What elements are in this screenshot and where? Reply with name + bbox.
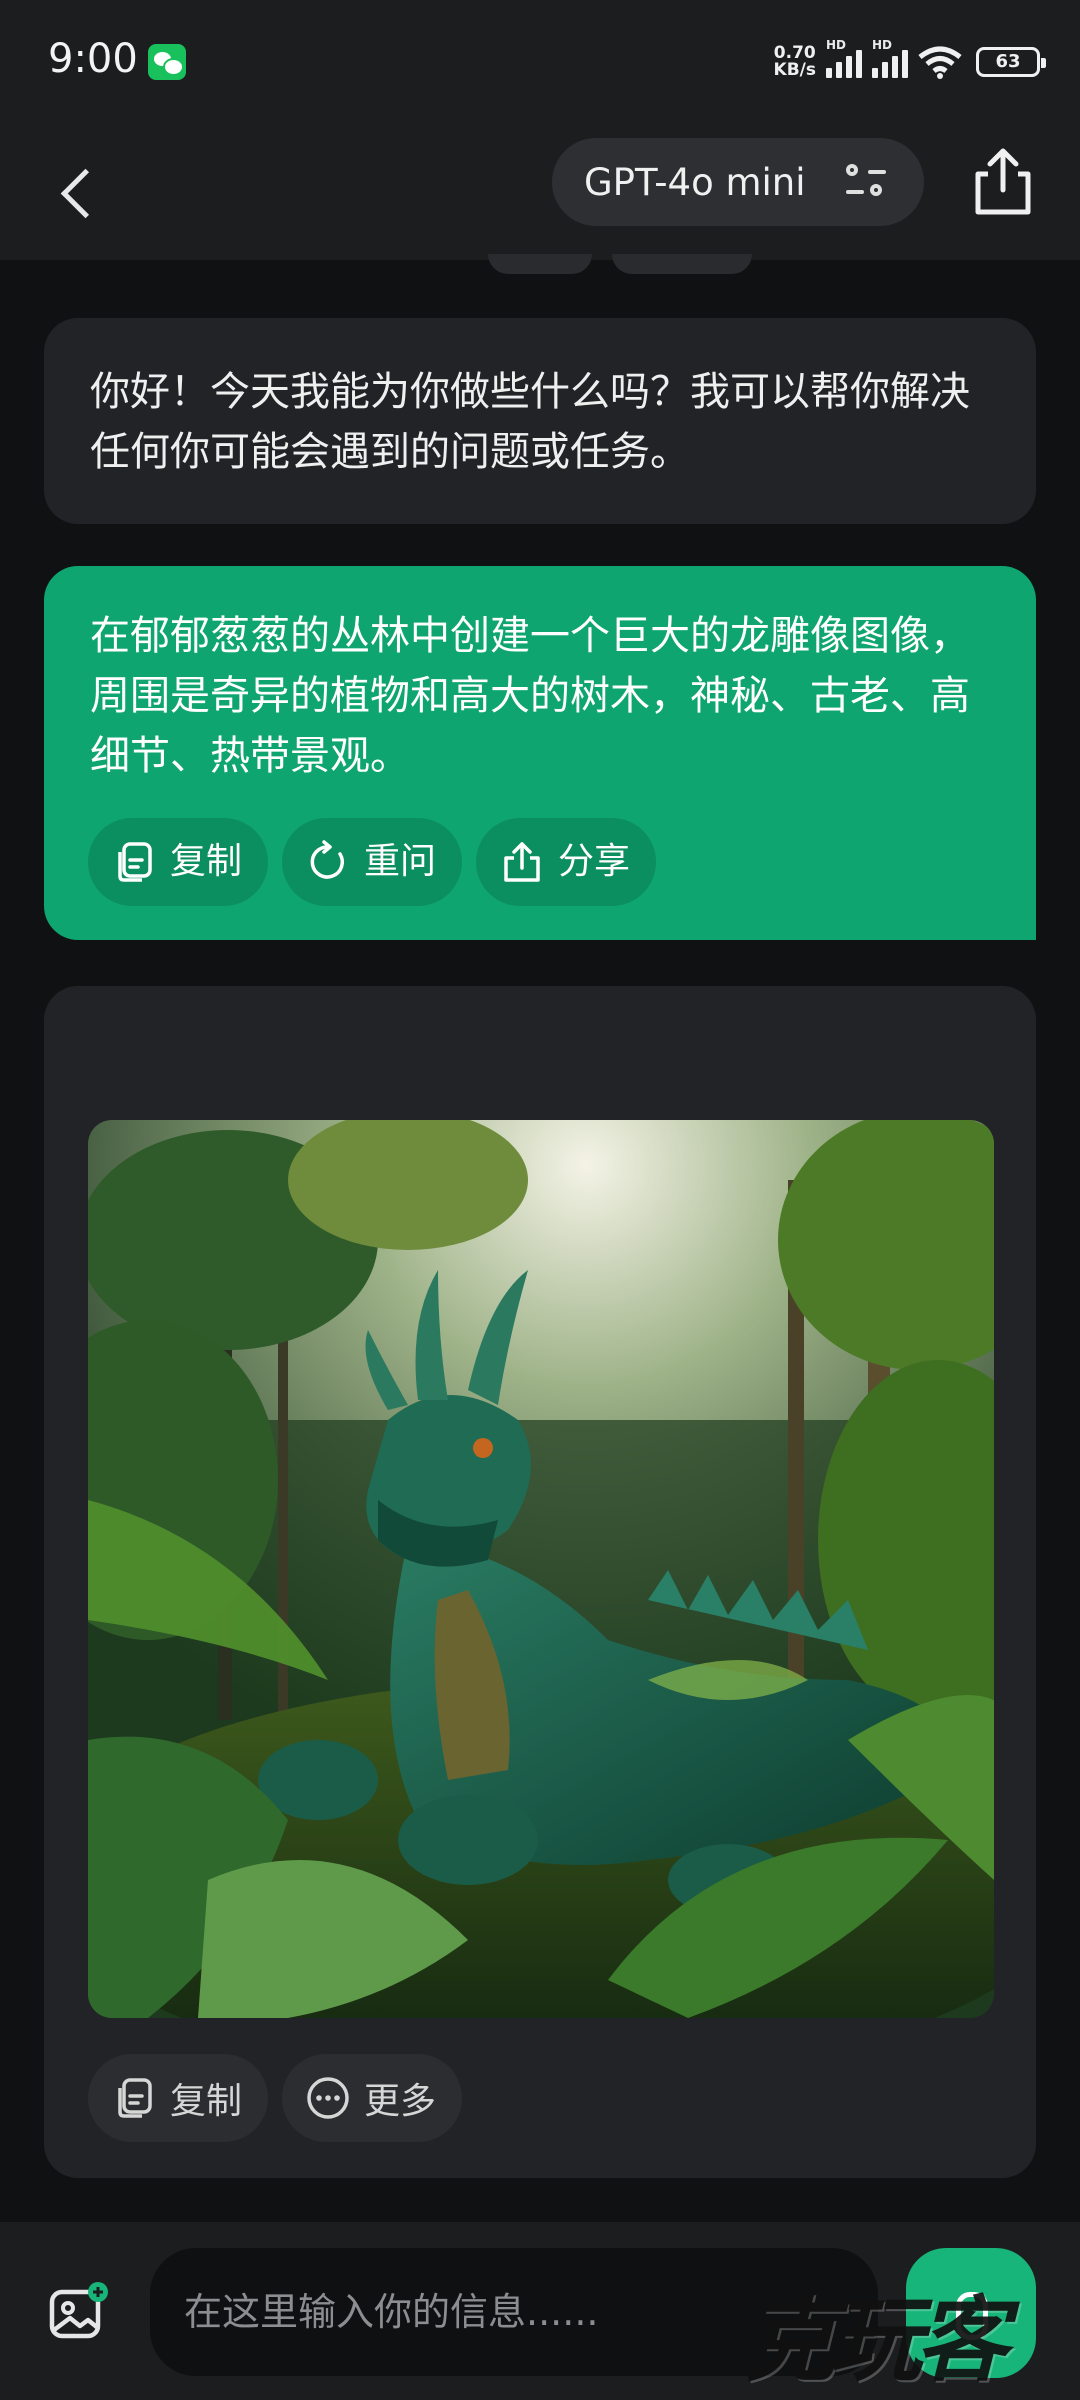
model-selector[interactable]: GPT-4o mini	[552, 138, 924, 226]
share-message-button[interactable]: 分享	[476, 818, 657, 906]
copy-icon	[118, 2078, 152, 2118]
wechat-notification-icon	[148, 44, 186, 80]
image-add-icon	[49, 2282, 108, 2339]
copy-label: 复制	[170, 841, 243, 882]
generated-dragon-image[interactable]	[88, 1120, 994, 2018]
user-message: 在郁郁葱葱的丛林中创建一个巨大的龙雕像图像，周围是奇异的植物和高大的树木，神秘、…	[44, 566, 1036, 940]
network-speed-unit: KB/s	[773, 60, 816, 80]
assistant-message-text: 你好！今天我能为你做些什么吗？我可以帮你解决任何你可能会遇到的问题或任务。	[90, 369, 970, 475]
user-message-actions: 复制 重问 分享	[88, 818, 657, 906]
more-icon	[307, 2077, 349, 2119]
user-message-text: 在郁郁葱葱的丛林中创建一个巨大的龙雕像图像，周围是奇异的植物和高大的树木，神秘、…	[90, 613, 970, 779]
assistant-message: 你好！今天我能为你做些什么吗？我可以帮你解决任何你可能会遇到的问题或任务。	[44, 318, 1036, 524]
more-button[interactable]: 更多	[282, 2054, 463, 2142]
signal-hd-label: HD	[826, 38, 847, 52]
network-speed: 0.70 KB/s	[774, 45, 816, 79]
share-label: 分享	[558, 841, 631, 882]
battery-icon: 63	[976, 47, 1046, 77]
status-time: 9:00	[48, 36, 138, 82]
sliders-icon	[846, 164, 886, 200]
copy-image-button[interactable]: 复制	[88, 2054, 269, 2142]
watermark-logo: 克玩客	[744, 2286, 1008, 2394]
status-bar: 9:00 0.70 KB/s HD HD 63	[0, 0, 1080, 120]
status-indicators: 0.70 KB/s HD HD 63	[774, 38, 1046, 84]
back-button[interactable]	[50, 150, 110, 230]
more-label: 更多	[364, 2081, 437, 2122]
share-button[interactable]	[970, 146, 1036, 218]
share-icon	[504, 842, 540, 882]
assistant-image-message: 复制 更多	[44, 986, 1036, 2178]
signal-hd-label-2: HD	[872, 38, 893, 52]
retry-button[interactable]: 重问	[282, 818, 463, 906]
scrolled-chip	[612, 254, 752, 274]
wifi-icon	[918, 45, 962, 79]
copy-button[interactable]: 复制	[88, 818, 269, 906]
app-header: GPT-4o mini	[0, 120, 1080, 262]
image-message-actions: 复制 更多	[88, 2054, 463, 2142]
image-picker-button[interactable]	[46, 2280, 110, 2344]
scrolled-chip	[488, 254, 592, 274]
copy-icon	[118, 842, 152, 882]
model-name: GPT-4o mini	[584, 160, 806, 204]
copy-image-label: 复制	[170, 2081, 243, 2122]
signal-strength-icon: HD	[826, 38, 862, 78]
share-icon	[975, 148, 1031, 215]
retry-label: 重问	[364, 841, 437, 882]
signal-strength-icon-2: HD	[872, 38, 908, 78]
refresh-icon	[310, 840, 345, 879]
dragon-statue-image	[88, 1120, 994, 2018]
